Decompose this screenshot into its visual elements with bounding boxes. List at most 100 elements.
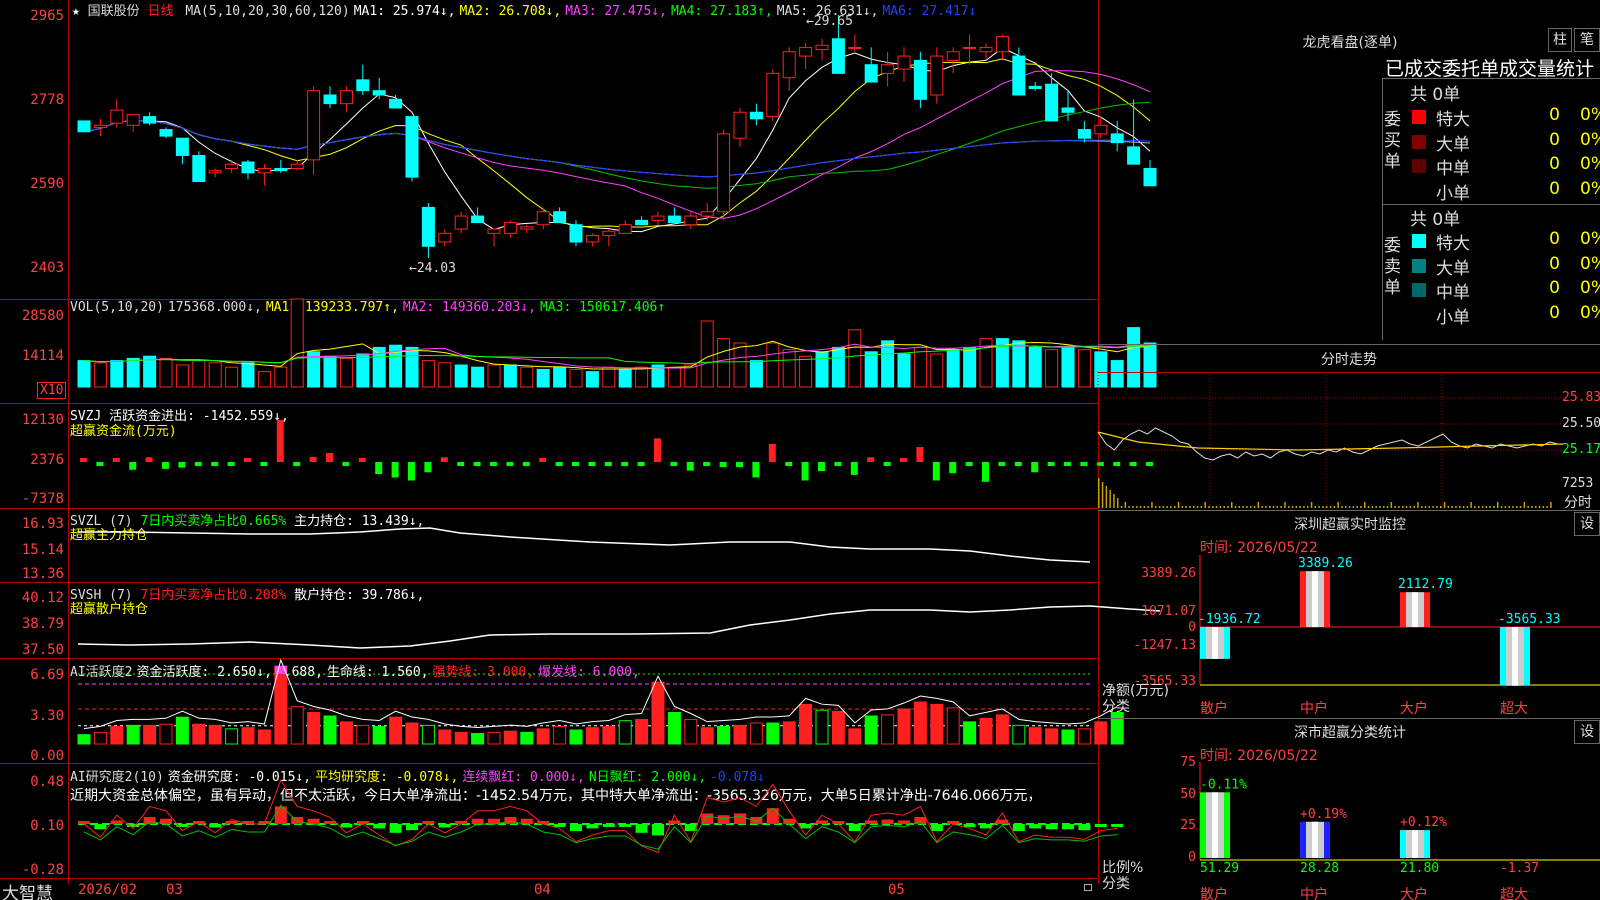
flow-bar — [358, 458, 366, 462]
active-bar — [1077, 728, 1091, 745]
intraday-volume-bar — [1348, 506, 1351, 508]
intraday-volume-bar — [1550, 502, 1552, 508]
active-bar — [635, 719, 649, 745]
volume-bar — [241, 362, 255, 388]
volume-chart[interactable] — [70, 298, 1157, 403]
research-bar — [1012, 824, 1025, 832]
intraday-volume-bar — [1455, 506, 1457, 508]
research-bar — [504, 816, 517, 824]
active-bar — [307, 712, 321, 745]
intraday-volume-bar — [1147, 506, 1149, 508]
active-bar — [913, 701, 927, 745]
candle-body — [684, 215, 698, 226]
intraday-volume-bar — [1170, 506, 1172, 508]
sz-monitor-settings-button[interactable]: 设 — [1574, 512, 1600, 536]
intraday-volume-bar — [1109, 490, 1111, 508]
research-bar — [143, 816, 156, 824]
volume-bar — [799, 355, 813, 388]
research-bar — [848, 824, 861, 832]
order-stat-tabs[interactable]: 已成交委托单成交量统计 — [1385, 54, 1594, 81]
flow-bar — [883, 462, 891, 466]
class-value-label: 21.80 — [1400, 861, 1439, 876]
intraday-axis-label: 25.17 — [1562, 442, 1600, 457]
sz-class-chart[interactable]: -0.11% 51.29 +0.19% 28.28 +0.12% 21.80 -1.37 — [1199, 762, 1600, 876]
sell-order-row[interactable]: 小单 0 0% — [1412, 302, 1600, 328]
order-count: 0 — [1549, 154, 1560, 174]
intraday-volume-bar — [1276, 506, 1279, 508]
date-label: 04 — [534, 882, 551, 898]
order-percent: 0% — [1580, 229, 1600, 249]
order-percent: 0% — [1580, 129, 1600, 150]
svzj-axis-label: 12130 — [21, 412, 64, 428]
candle-body — [110, 109, 124, 124]
intraday-chart[interactable] — [1097, 372, 1565, 510]
active-bar — [1045, 728, 1059, 745]
active-bar — [602, 726, 616, 745]
active-bar — [77, 734, 91, 745]
candle-body — [290, 163, 304, 169]
intraday-volume-bar — [1166, 506, 1168, 508]
intraday-volume-bar — [1470, 502, 1472, 508]
intraday-volume-bar — [1189, 506, 1191, 508]
high-price-annotation: ←29.65 — [806, 14, 853, 29]
candle-body — [782, 51, 796, 79]
brand-label[interactable]: 大智慧 — [2, 879, 53, 900]
sell-orders-label: 委卖单 — [1384, 236, 1401, 298]
flow-bar — [1080, 462, 1088, 466]
ai-research-chart[interactable] — [70, 764, 1124, 878]
intraday-volume-bar — [1215, 506, 1218, 508]
active-bar — [553, 726, 567, 745]
intraday-volume-bar — [1436, 506, 1438, 508]
volume-bar — [159, 357, 173, 388]
candle-body — [930, 55, 944, 96]
candle-body — [569, 224, 583, 243]
tick-mode-button[interactable]: 笔 — [1574, 28, 1600, 52]
volume-unit-badge[interactable]: X10 — [37, 382, 67, 399]
sz-monitor-chart[interactable]: -1936.72 3389.26 2112.79 -3565.33 — [1198, 555, 1600, 686]
sz-class-settings-button[interactable]: 设 — [1574, 720, 1600, 744]
sz-value-label: 2112.79 — [1398, 577, 1453, 592]
flow-bar — [785, 462, 793, 466]
axis-label: 0 — [1188, 620, 1196, 635]
sell-order-row[interactable]: 大单 0 0% — [1412, 253, 1600, 279]
research-bar — [1094, 824, 1107, 827]
axis-label: 50 — [1180, 787, 1196, 802]
intraday-volume-bar — [1364, 502, 1366, 508]
sz-monitor-title: 深圳超赢实时监控 — [1294, 517, 1406, 533]
svsh-axis-label: 40.12 — [21, 590, 64, 606]
candle-body — [389, 98, 403, 109]
bar-mode-button[interactable]: 柱 — [1548, 28, 1572, 52]
flow-bar — [621, 462, 629, 466]
volume-bar — [175, 364, 189, 388]
candle-body — [93, 124, 107, 128]
candle-body — [749, 111, 763, 120]
sell-order-row[interactable]: 特大 0 0% — [1412, 228, 1600, 254]
buy-order-row[interactable]: 特大 0 0% — [1412, 104, 1600, 130]
sell-order-row[interactable]: 中单 0 0% — [1412, 277, 1600, 303]
intraday-volume-bar — [1158, 506, 1161, 508]
retail-holding-line[interactable] — [70, 583, 1161, 658]
volume-bar — [454, 364, 468, 388]
buy-order-row[interactable]: 大单 0 0% — [1412, 129, 1600, 155]
buy-order-row[interactable]: 中单 0 0% — [1412, 153, 1600, 179]
lock-icon[interactable] — [1084, 884, 1092, 891]
buy-order-row[interactable]: 小单 0 0% — [1412, 178, 1600, 204]
flow-bar — [473, 462, 481, 466]
order-count: 0 — [1549, 129, 1560, 150]
research-bar — [734, 813, 746, 824]
active-bar — [192, 723, 206, 745]
price-axis-label: 2590 — [30, 176, 64, 192]
main-holding-line[interactable] — [70, 509, 1098, 582]
candle-body — [421, 206, 435, 247]
flow-bar — [457, 462, 465, 466]
ai-active-chart[interactable] — [70, 658, 1124, 763]
intraday-volume-bar — [1143, 506, 1146, 508]
order-size-label: 中单 — [1436, 283, 1470, 303]
capital-flow-chart[interactable] — [70, 404, 1153, 508]
intraday-volume-bar — [1155, 506, 1157, 508]
class-bar — [1200, 792, 1230, 858]
candlestick-chart[interactable] — [70, 0, 1157, 299]
flow-bar — [342, 462, 350, 466]
active-bar — [1012, 724, 1026, 745]
axis-label: 75 — [1180, 755, 1196, 770]
